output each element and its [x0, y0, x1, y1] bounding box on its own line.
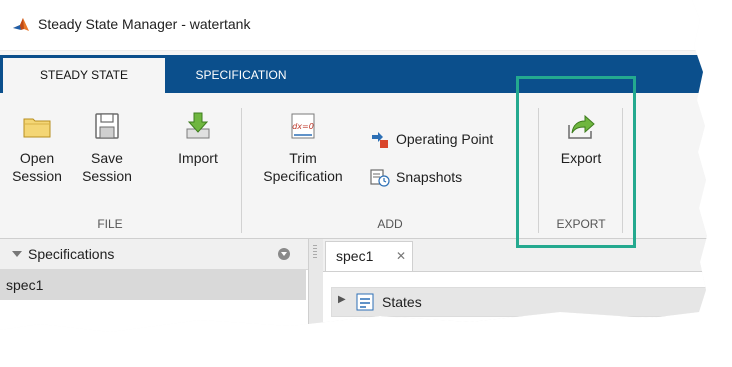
doc-tab-label: spec1 — [336, 248, 374, 264]
states-label: States — [382, 294, 422, 310]
splitter-grip-icon — [313, 245, 317, 259]
save-disk-icon — [95, 113, 119, 139]
file-group-label: FILE — [97, 217, 123, 231]
snapshots-label: Snapshots — [396, 169, 463, 185]
panel-options-icon[interactable] — [278, 248, 290, 260]
operating-point-button[interactable]: Operating Point — [370, 129, 493, 149]
open-label-1: Open — [19, 150, 55, 166]
states-icon — [356, 293, 374, 311]
trim-label-1: Trim — [289, 150, 317, 166]
expand-arrow-icon[interactable]: ▶ — [338, 294, 346, 305]
tab-spec1[interactable]: spec1 ✕ — [325, 241, 413, 271]
panel-header: Specifications — [0, 239, 308, 270]
document-body: ▶ States Inputs — [323, 271, 707, 340]
inputs-label: Inputs — [381, 324, 420, 340]
close-icon[interactable]: ✕ — [396, 242, 406, 270]
document-area: spec1 ✕ ▶ States Inputs — [323, 239, 707, 340]
ribbon-separator — [241, 108, 242, 233]
save-label-2: Session — [82, 168, 132, 184]
window-title: Steady State Manager - watertank — [38, 16, 251, 32]
export-highlight-box — [516, 76, 636, 248]
tab-specification[interactable]: SPECIFICATION — [171, 58, 311, 93]
operating-point-icon — [372, 132, 388, 149]
specifications-panel: Specifications spec1 — [0, 239, 308, 332]
trim-icon-text: dx=0 — [292, 122, 314, 131]
panel-splitter[interactable] — [308, 239, 324, 332]
trim-spec-icon: dx=0 — [291, 113, 315, 139]
add-group-label: ADD — [377, 217, 403, 231]
snapshots-icon — [370, 169, 390, 187]
trim-label-2: Specification — [263, 168, 343, 184]
import-button[interactable]: Import — [166, 111, 230, 167]
open-label-2: Session — [12, 168, 62, 184]
save-label-1: Save — [91, 150, 123, 166]
list-item[interactable]: spec1 — [0, 270, 306, 300]
tab-steady-state[interactable]: STEADY STATE — [3, 58, 165, 93]
inputs-icon — [354, 328, 372, 332]
open-session-button[interactable]: Open Session — [6, 111, 68, 185]
snapshots-button[interactable]: Snapshots — [370, 167, 462, 187]
tree-row-states[interactable]: ▶ States — [331, 287, 707, 317]
collapse-triangle-icon[interactable] — [12, 251, 22, 257]
trim-specification-button[interactable]: dx=0 Trim Specification — [248, 111, 358, 185]
import-arrow-icon — [186, 112, 210, 139]
operating-point-label: Operating Point — [396, 131, 494, 147]
panel-title: Specifications — [28, 246, 115, 262]
save-session-button[interactable]: Save Session — [76, 111, 138, 185]
matlab-logo-icon — [13, 18, 29, 31]
folder-icon — [23, 118, 51, 138]
title-bar: Steady State Manager - watertank — [0, 0, 707, 51]
import-label: Import — [178, 150, 218, 166]
